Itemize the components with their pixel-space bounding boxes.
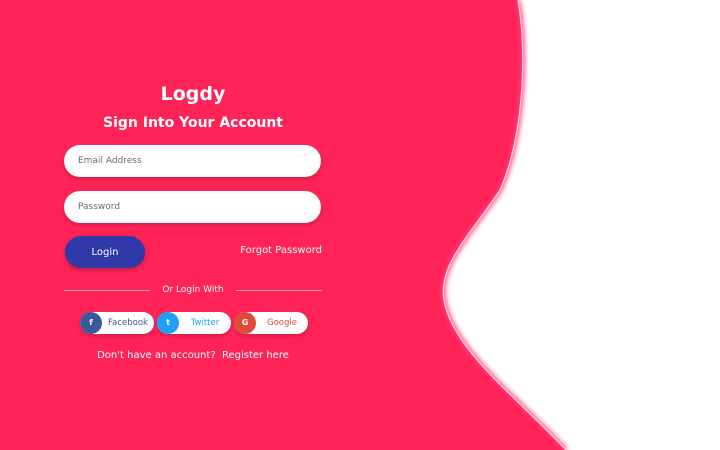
- register-prompt: Don't have an account? Register here: [64, 350, 322, 361]
- twitter-icon: t: [157, 312, 179, 334]
- twitter-label: Twitter: [190, 318, 220, 328]
- register-link[interactable]: Register here: [222, 350, 289, 361]
- forgot-password-link[interactable]: Forgot Password: [240, 245, 322, 256]
- facebook-login-button[interactable]: f Facebook: [80, 312, 154, 334]
- email-field[interactable]: [64, 145, 321, 177]
- form-title: Sign Into Your Account: [103, 115, 283, 131]
- google-login-button[interactable]: G Google: [234, 312, 308, 334]
- google-label: Google: [267, 318, 297, 328]
- brand-logo-text: Logdy: [160, 83, 226, 105]
- divider-line-right: [236, 290, 322, 291]
- form-actions: Login Forgot Password: [64, 236, 322, 269]
- register-prompt-text: Don't have an account?: [97, 350, 216, 361]
- or-login-with-divider: Or Login With: [64, 284, 322, 296]
- facebook-icon: f: [80, 312, 102, 334]
- twitter-login-button[interactable]: t Twitter: [157, 312, 231, 334]
- google-icon: G: [234, 312, 256, 334]
- login-panel: Logdy Sign Into Your Account Login Forgo…: [64, 80, 322, 361]
- social-login-buttons: f Facebook t Twitter G Google: [80, 312, 310, 334]
- facebook-label: Facebook: [108, 318, 148, 328]
- login-button[interactable]: Login: [65, 236, 145, 268]
- password-field[interactable]: [64, 191, 321, 223]
- background-wave: [0, 0, 568, 450]
